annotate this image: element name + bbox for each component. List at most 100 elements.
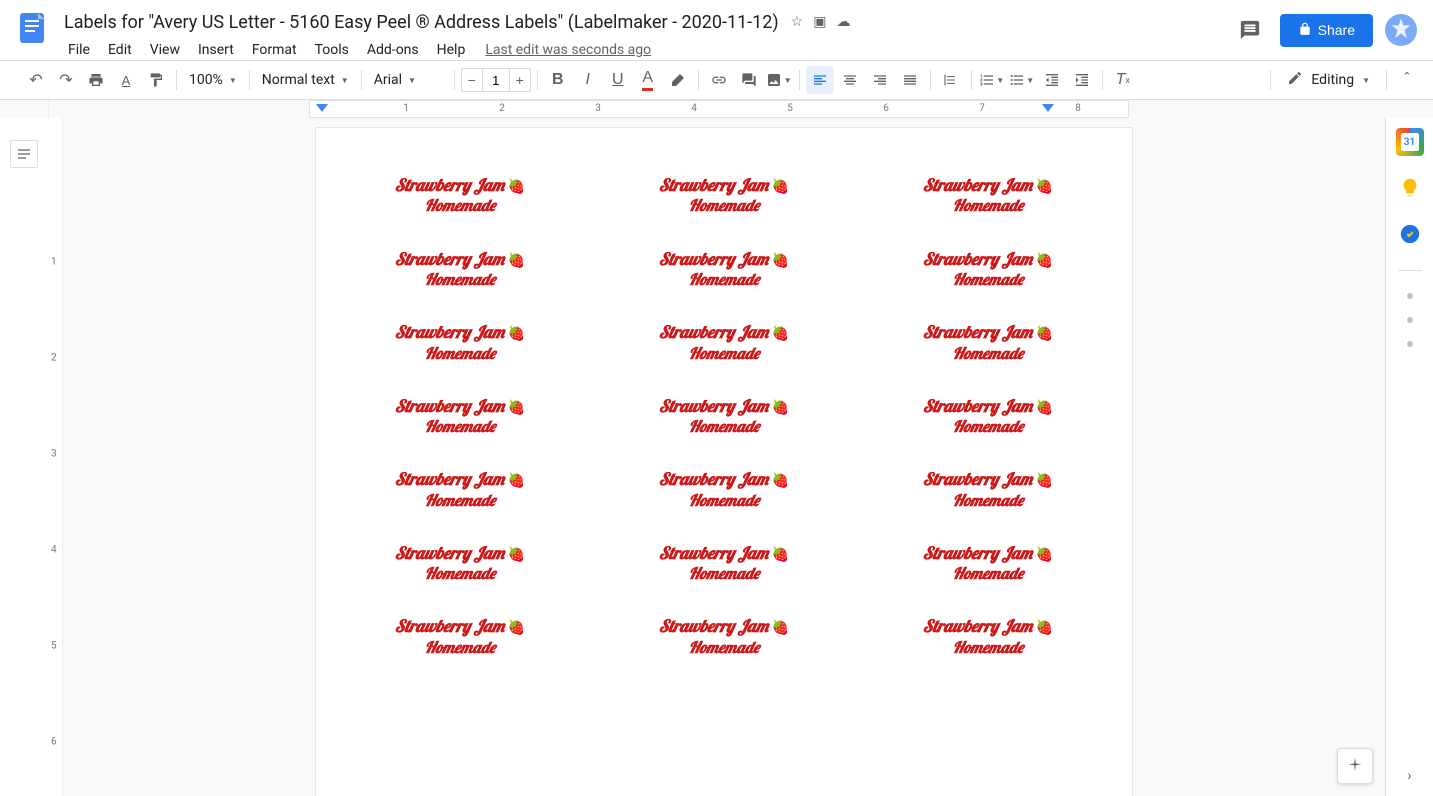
font-size-increase[interactable]: + [510, 69, 530, 91]
document-title[interactable]: Labels for "Avery US Letter - 5160 Easy … [60, 10, 783, 35]
address-label[interactable]: Strawberry Jam 🍓Homemade [598, 397, 850, 437]
address-label[interactable]: Strawberry Jam 🍓Homemade [598, 176, 850, 216]
address-label[interactable]: Strawberry Jam 🍓Homemade [334, 323, 586, 363]
paragraph-style-select[interactable]: Normal text▼ [256, 66, 355, 94]
vertical-ruler[interactable]: 123456 [48, 118, 63, 796]
address-label[interactable]: Strawberry Jam 🍓Homemade [598, 617, 850, 657]
strawberry-icon: 🍓 [772, 324, 789, 342]
font-size-input[interactable] [482, 69, 510, 91]
outdent-button[interactable] [1038, 66, 1066, 94]
document-canvas[interactable]: Strawberry Jam 🍓Homemade Strawberry Jam 🍓… [63, 118, 1385, 796]
strawberry-icon: 🍓 [1036, 177, 1053, 195]
insert-image-button[interactable]: ▼ [765, 66, 793, 94]
align-justify-button[interactable] [896, 66, 924, 94]
menu-edit[interactable]: Edit [100, 38, 140, 62]
strawberry-icon: 🍓 [1036, 471, 1053, 489]
menu-insert[interactable]: Insert [190, 38, 242, 62]
address-label[interactable]: Strawberry Jam 🍓Homemade [334, 470, 586, 510]
account-avatar[interactable] [1385, 14, 1417, 46]
menu-add-ons[interactable]: Add-ons [359, 38, 427, 62]
menu-view[interactable]: View [142, 38, 188, 62]
address-label[interactable]: Strawberry Jam 🍓Homemade [598, 470, 850, 510]
strawberry-icon: 🍓 [508, 324, 525, 342]
strawberry-icon: 🍓 [508, 177, 525, 195]
address-label[interactable]: Strawberry Jam 🍓Homemade [862, 323, 1114, 363]
strawberry-icon: 🍓 [772, 618, 789, 636]
line-spacing-button[interactable] [937, 66, 965, 94]
italic-button[interactable]: I [574, 66, 602, 94]
menu-format[interactable]: Format [244, 38, 305, 62]
strawberry-icon: 🍓 [1036, 251, 1053, 269]
tasks-addon-icon[interactable] [1396, 220, 1424, 248]
indent-button[interactable] [1068, 66, 1096, 94]
collapse-side-panel-button[interactable]: › [1407, 768, 1411, 784]
document-outline-button[interactable] [10, 140, 38, 168]
docs-logo[interactable] [12, 8, 52, 48]
last-edit-link[interactable]: Last edit was seconds ago [485, 42, 651, 58]
address-label[interactable]: Strawberry Jam 🍓Homemade [862, 397, 1114, 437]
horizontal-ruler[interactable]: 12345678 [49, 100, 1385, 118]
clear-formatting-button[interactable]: Tx [1109, 66, 1137, 94]
undo-button[interactable]: ↶ [22, 66, 50, 94]
address-label[interactable]: Strawberry Jam 🍓Homemade [862, 544, 1114, 584]
addon-dot[interactable] [1407, 293, 1413, 299]
paint-format-button[interactable] [142, 66, 170, 94]
insert-link-button[interactable] [705, 66, 733, 94]
strawberry-icon: 🍓 [1036, 398, 1053, 416]
numbered-list-button[interactable]: ▼ [978, 66, 1006, 94]
highlight-button[interactable] [664, 66, 692, 94]
font-select[interactable]: Arial▼ [368, 66, 448, 94]
print-button[interactable] [82, 66, 110, 94]
address-label[interactable]: Strawberry Jam 🍓Homemade [334, 250, 586, 290]
addon-dot[interactable] [1407, 317, 1413, 323]
open-comments-button[interactable] [1232, 12, 1268, 48]
editing-mode-button[interactable]: Editing ▼ [1277, 66, 1380, 94]
address-label[interactable]: Strawberry Jam 🍓Homemade [862, 250, 1114, 290]
menu-file[interactable]: File [60, 38, 98, 62]
strawberry-icon: 🍓 [508, 618, 525, 636]
explore-button[interactable] [1337, 748, 1373, 784]
strawberry-icon: 🍓 [1036, 618, 1053, 636]
underline-button[interactable]: U [604, 66, 632, 94]
text-color-button[interactable]: A [634, 66, 662, 94]
align-left-button[interactable] [806, 66, 834, 94]
font-size-decrease[interactable]: − [462, 69, 482, 91]
zoom-select[interactable]: 100%▼ [183, 66, 243, 94]
calendar-addon-icon[interactable]: 31 [1396, 128, 1424, 156]
cloud-status-icon[interactable]: ☁ [836, 14, 850, 30]
redo-button[interactable]: ↷ [52, 66, 80, 94]
indent-marker-right[interactable] [1042, 104, 1056, 118]
addon-dot[interactable] [1407, 341, 1413, 347]
address-label[interactable]: Strawberry Jam 🍓Homemade [334, 544, 586, 584]
strawberry-icon: 🍓 [1036, 545, 1053, 563]
strawberry-icon: 🍓 [508, 471, 525, 489]
share-button[interactable]: Share [1280, 14, 1373, 47]
menu-help[interactable]: Help [429, 38, 474, 62]
strawberry-icon: 🍓 [772, 251, 789, 269]
insert-comment-button[interactable] [735, 66, 763, 94]
align-right-button[interactable] [866, 66, 894, 94]
strawberry-icon: 🍓 [508, 398, 525, 416]
address-label[interactable]: Strawberry Jam 🍓Homemade [334, 617, 586, 657]
strawberry-icon: 🍓 [508, 545, 525, 563]
address-label[interactable]: Strawberry Jam 🍓Homemade [598, 323, 850, 363]
address-label[interactable]: Strawberry Jam 🍓Homemade [334, 176, 586, 216]
address-label[interactable]: Strawberry Jam 🍓Homemade [334, 397, 586, 437]
address-label[interactable]: Strawberry Jam 🍓Homemade [862, 617, 1114, 657]
address-label[interactable]: Strawberry Jam 🍓Homemade [598, 544, 850, 584]
side-panel: 31 › [1385, 118, 1433, 796]
spellcheck-button[interactable]: A [112, 66, 140, 94]
bulleted-list-button[interactable]: ▼ [1008, 66, 1036, 94]
keep-addon-icon[interactable] [1396, 174, 1424, 202]
collapse-toolbar-button[interactable]: ˆ [1393, 66, 1421, 94]
address-label[interactable]: Strawberry Jam 🍓Homemade [862, 176, 1114, 216]
strawberry-icon: 🍓 [508, 251, 525, 269]
indent-marker-left[interactable] [316, 104, 330, 118]
align-center-button[interactable] [836, 66, 864, 94]
move-icon[interactable]: ▣ [813, 14, 826, 30]
address-label[interactable]: Strawberry Jam 🍓Homemade [862, 470, 1114, 510]
menu-tools[interactable]: Tools [307, 38, 357, 62]
star-icon[interactable]: ☆ [791, 14, 804, 30]
bold-button[interactable]: B [544, 66, 572, 94]
address-label[interactable]: Strawberry Jam 🍓Homemade [598, 250, 850, 290]
